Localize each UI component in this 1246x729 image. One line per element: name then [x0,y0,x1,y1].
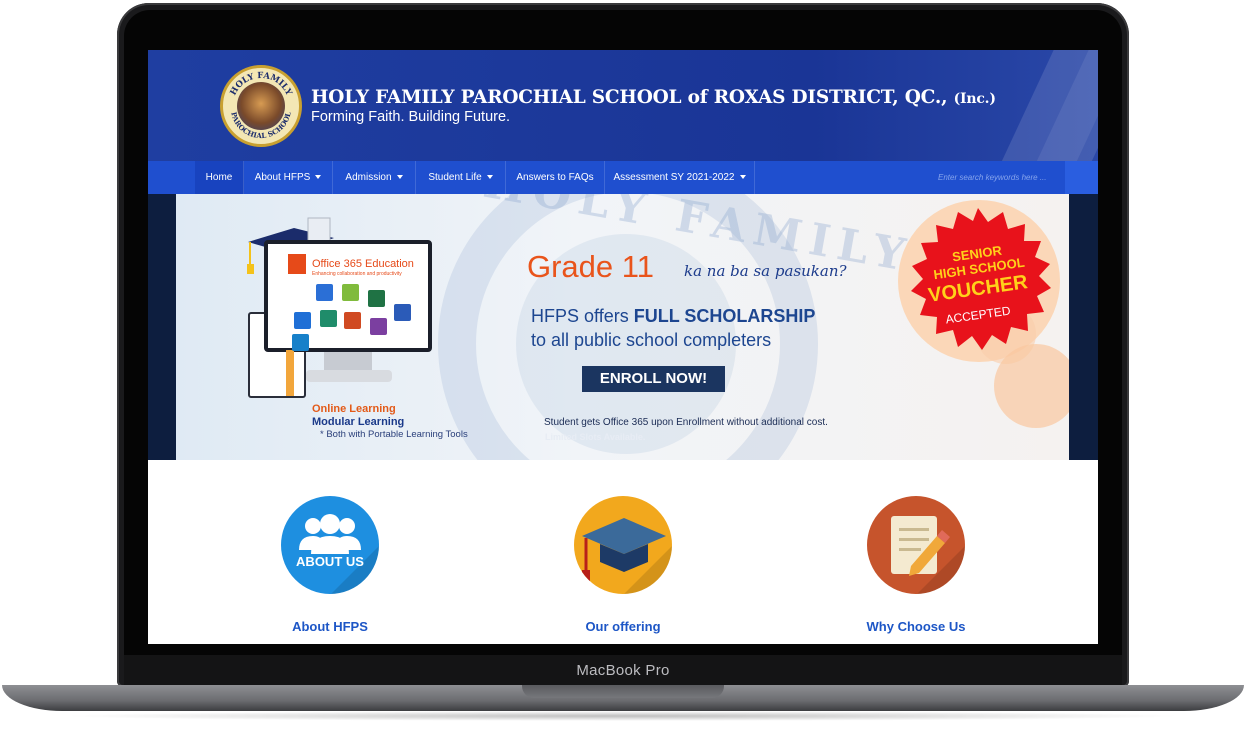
outlook-icon [294,312,311,329]
caret-down-icon [486,175,493,180]
office-note: Student gets Office 365 upon Enrollment … [544,417,828,428]
feature-link-about-hfps[interactable]: About HFPS [230,619,430,634]
limited-slots-note: Limited Slots Available. [545,432,646,442]
school-tagline: Forming Faith. Building Future. [311,109,511,125]
school-name-suffix: (Inc.) [953,91,996,107]
offer-audience: to all public school completers [531,330,772,350]
offer-highlight: FULL SCHOLARSHIP [633,306,816,326]
our-offering-icon[interactable] [574,496,672,594]
nav-item-label: Answers to FAQs [516,172,594,183]
feature-link-why-choose-us[interactable]: Why Choose Us [816,619,1016,634]
caret-down-icon [396,175,403,180]
enroll-now-button[interactable]: ENROLL NOW! [582,366,725,392]
grade-script-text: ka na ba sa pasukan? [684,262,847,280]
skype-icon [292,334,309,351]
onedrive-icon [316,284,333,301]
powerpoint-icon [344,312,361,329]
sway-icon [342,284,359,301]
feature-link-our-offering[interactable]: Our offering [523,619,723,634]
nav-item-student-life[interactable]: Student Life [416,161,506,194]
search-button[interactable] [1065,161,1098,194]
school-name: HOLY FAMILY PAROCHIAL SCHOOL of ROXAS DI… [311,87,996,108]
offer-prefix: HFPS offers [531,306,629,326]
nav-item-assessment[interactable]: Assessment SY 2021-2022 [605,161,755,194]
graduation-cap-icon [582,518,672,594]
laptop-shadow [60,711,1186,721]
device-brand-label: MacBook Pro [576,662,670,679]
hero-banner[interactable]: HOLY FAMILY Office 365 Education Enhanci… [176,194,1069,460]
site-header: HOLY FAMILY PAROCHIAL SCHOOL HOLY FAMILY… [148,50,1098,161]
about-us-icon[interactable]: ABOUT US [281,496,379,594]
online-learning-text: Online Learning [312,403,396,415]
document-pencil-icon [891,516,965,594]
monitor-foot [306,370,392,382]
nav-item-faqs[interactable]: Answers to FAQs [506,161,605,194]
laptop-notch [522,685,724,698]
excel-icon [368,290,385,307]
nav-item-admission[interactable]: Admission [333,161,416,194]
publisher-icon [320,310,337,327]
why-choose-us-icon[interactable] [867,496,965,594]
group-icon: ABOUT US [296,514,379,594]
browser-screen: HOLY FAMILY PAROCHIAL SCHOOL HOLY FAMILY… [148,50,1098,644]
nav-item-label: Home [205,172,233,183]
nav-item-about-hfps[interactable]: About HFPS [244,161,333,194]
learning-tools-note: * Both with Portable Learning Tools [320,429,468,440]
onenote-icon [370,318,387,335]
modular-learning-text: Modular Learning [312,416,405,428]
caret-down-icon [315,175,322,180]
search-input[interactable] [930,161,1065,194]
caret-down-icon [739,175,746,180]
nav-item-label: Admission [345,172,392,183]
holy-family-image-icon [237,82,285,130]
word-icon [394,304,411,321]
about-us-icon-text: ABOUT US [296,554,364,569]
scholarship-offer: HFPS offers FULL SCHOLARSHIP [531,306,815,327]
nav-item-label: Assessment SY 2021-2022 [613,172,735,183]
office-365-title: Office 365 Education [312,258,414,270]
hero-banner-frame: HOLY FAMILY Office 365 Education Enhanci… [148,194,1098,460]
nav-item-label: About HFPS [254,172,311,183]
pencil-illustration [286,350,294,396]
school-logo[interactable]: HOLY FAMILY PAROCHIAL SCHOOL [220,65,302,147]
nav-item-home[interactable]: Home [195,161,244,194]
office-365-icon [288,254,306,274]
office-365-subtitle: Enhancing collaboration and productivity [312,271,402,277]
main-nav: Home About HFPS Admission Student Life A… [148,161,1098,194]
nav-item-label: Student Life [428,172,482,183]
grade-heading: Grade 11 [527,249,654,284]
monitor-stand [324,352,372,372]
school-name-text: HOLY FAMILY PAROCHIAL SCHOOL of ROXAS DI… [311,87,948,108]
